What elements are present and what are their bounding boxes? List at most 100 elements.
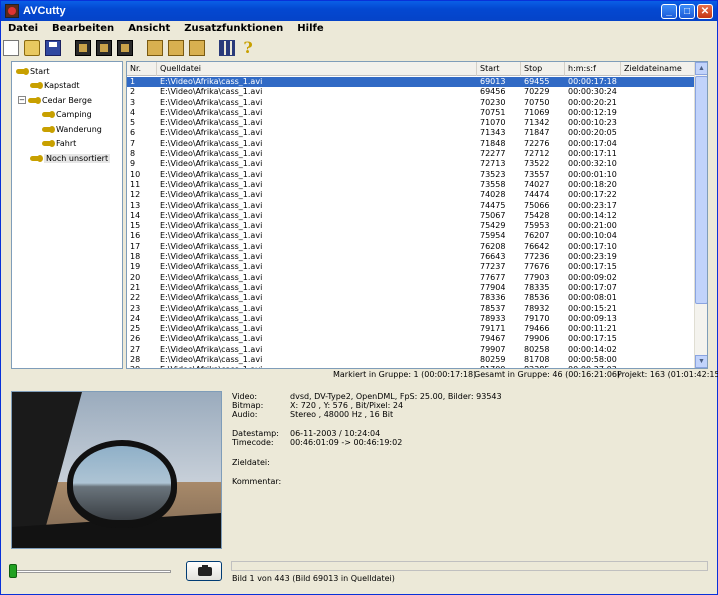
table-cell: 76207 [524,231,550,241]
table-row[interactable]: 17 E:\Video\Afrika\cass_1.avi 76208 76642 00… [127,242,695,252]
table-row[interactable]: 20 E:\Video\Afrika\cass_1.avi 77677 77903 00… [127,273,695,283]
table-cell: 70750 [524,97,550,107]
table-cell: 4 [130,107,136,117]
table-row[interactable]: 22 E:\Video\Afrika\cass_1.avi 78336 78536 00… [127,293,695,303]
table-cell: 10 [130,169,141,179]
table-row[interactable]: 12 E:\Video\Afrika\cass_1.avi 74028 74474 00… [127,190,695,200]
scroll-down-button[interactable]: ▼ [695,355,707,368]
vertical-scrollbar[interactable]: ▲ ▼ [694,62,707,368]
table-row[interactable]: 29 E:\Video\Afrika\cass_1.avi 81709 82385 00… [127,365,695,368]
group-tree[interactable]: Start Kapstadt − Cedar Berge Camping Wan… [11,61,123,369]
table-row[interactable]: 15 E:\Video\Afrika\cass_1.avi 75429 75953 00… [127,221,695,231]
column-header-quelldatei[interactable]: Quelldatei [157,62,477,76]
table-cell: 71070 [480,118,506,128]
table-cell: E:\Video\Afrika\cass_1.avi [160,149,263,159]
table-row[interactable]: 28 E:\Video\Afrika\cass_1.avi 80259 81708 00… [127,355,695,365]
tree-node-wanderung[interactable]: Wanderung [42,123,102,135]
help-icon[interactable]: ? [240,40,256,56]
tree-node-camping[interactable]: Camping [42,108,92,120]
app-icon[interactable] [5,4,19,18]
table-row[interactable]: 4 E:\Video\Afrika\cass_1.avi 70751 71069 00:… [127,108,695,118]
table-cell: 3 [130,97,136,107]
table-cell: E:\Video\Afrika\cass_1.avi [160,282,263,292]
table-cell: 9 [130,159,136,169]
status-marked: Markiert in Gruppe: 1 (00:00:17:18) [333,370,477,379]
table-row[interactable]: 1 E:\Video\Afrika\cass_1.avi 69013 69455 00:… [127,77,695,88]
table-row[interactable]: 11 E:\Video\Afrika\cass_1.avi 73558 74027 00… [127,180,695,190]
table-row[interactable]: 21 E:\Video\Afrika\cass_1.avi 77904 78335 00… [127,283,695,293]
datestamp-value: 06-11-2003 / 10:24:04 [290,429,381,438]
table-cell: 7 [130,138,136,148]
menu-zusatzfunktionen[interactable]: Zusatzfunktionen [177,23,290,34]
open-folder-icon[interactable] [24,40,40,56]
scroll-thumb[interactable] [695,76,707,304]
menu-hilfe[interactable]: Hilfe [290,23,330,34]
position-slider-thumb[interactable] [9,564,17,578]
table-row[interactable]: 18 E:\Video\Afrika\cass_1.avi 76643 77236 00… [127,252,695,262]
scroll-up-button[interactable]: ▲ [695,62,707,75]
table-cell: 75428 [524,210,550,220]
tree-node-cedar-berge[interactable]: − Cedar Berge [18,94,92,106]
table-cell: 00:00:17:04 [568,138,617,148]
column-header-nr[interactable]: Nr. [127,62,157,76]
menu-bearbeiten[interactable]: Bearbeiten [45,23,121,34]
column-header-zieldateiname[interactable]: Zieldateiname [621,62,695,76]
window-title: AVCutty [23,5,66,17]
table-cell: 70230 [480,97,506,107]
menu-datei[interactable]: Datei [1,23,45,34]
table-row[interactable]: 5 E:\Video\Afrika\cass_1.avi 71070 71342 00:… [127,118,695,128]
scene-list[interactable]: Nr. Quelldatei Start Stop h:m:s:f Zielda… [126,61,708,369]
collapse-icon[interactable]: − [18,96,26,104]
table-row[interactable]: 19 E:\Video\Afrika\cass_1.avi 77237 77676 00… [127,262,695,272]
tree-node-noch-unsortiert[interactable]: Noch unsortiert [30,152,111,164]
table-row[interactable]: 10 E:\Video\Afrika\cass_1.avi 73523 73557 00… [127,170,695,180]
menu-ansicht[interactable]: Ansicht [121,23,177,34]
table-row[interactable]: 25 E:\Video\Afrika\cass_1.avi 79171 79466 00… [127,324,695,334]
column-header-hmsf[interactable]: h:m:s:f [565,62,621,76]
table-cell: E:\Video\Afrika\cass_1.avi [160,179,263,189]
table-row[interactable]: 13 E:\Video\Afrika\cass_1.avi 74475 75066 00… [127,201,695,211]
table-cell: 25 [130,324,141,334]
table-cell: E:\Video\Afrika\cass_1.avi [160,97,263,107]
table-cell: 69456 [480,87,506,97]
column-header-stop[interactable]: Stop [521,62,565,76]
scene-cut-icon[interactable] [147,40,163,56]
avi-export-icon[interactable] [117,40,133,56]
thumbnail-grid-icon[interactable] [219,40,235,56]
table-row[interactable]: 2 E:\Video\Afrika\cass_1.avi 69456 70229 00:… [127,87,695,97]
table-cell: 75429 [480,221,506,231]
table-cell: 75066 [524,200,550,210]
column-header-start[interactable]: Start [477,62,521,76]
table-row[interactable]: 16 E:\Video\Afrika\cass_1.avi 75954 76207 00… [127,231,695,241]
minimize-button[interactable]: _ [661,3,677,19]
avi-film-icon[interactable] [75,40,91,56]
toolbar: ? [3,38,261,58]
snapshot-button[interactable] [186,561,222,581]
save-icon[interactable] [45,40,61,56]
tree-node-start[interactable]: Start [16,65,50,77]
position-slider-track[interactable] [11,570,171,573]
table-cell: 78932 [524,303,550,313]
table-row[interactable]: 7 E:\Video\Afrika\cass_1.avi 71848 72276 00:… [127,139,695,149]
video-label: Video: [232,392,258,401]
close-button[interactable]: ✕ [697,3,713,19]
table-row[interactable]: 24 E:\Video\Afrika\cass_1.avi 78933 79170 00… [127,314,695,324]
tree-node-fahrt[interactable]: Fahrt [42,137,76,149]
table-row[interactable]: 23 E:\Video\Afrika\cass_1.avi 78537 78932 00… [127,304,695,314]
table-cell: 69455 [524,77,550,86]
tree-node-kapstadt[interactable]: Kapstadt [30,79,80,91]
table-row[interactable]: 27 E:\Video\Afrika\cass_1.avi 79907 80258 00… [127,345,695,355]
table-row[interactable]: 6 E:\Video\Afrika\cass_1.avi 71343 71847 00:… [127,128,695,138]
table-cell: 80259 [480,355,506,365]
table-cell: 15 [130,221,141,231]
table-row[interactable]: 8 E:\Video\Afrika\cass_1.avi 72277 72712 00:… [127,149,695,159]
maximize-button[interactable]: □ [679,3,695,19]
table-row[interactable]: 14 E:\Video\Afrika\cass_1.avi 75067 75428 00… [127,211,695,221]
scene-split-icon[interactable] [168,40,184,56]
table-row[interactable]: 26 E:\Video\Afrika\cass_1.avi 79467 79906 00… [127,334,695,344]
new-file-icon[interactable] [3,40,19,56]
avi-import-icon[interactable] [96,40,112,56]
table-row[interactable]: 3 E:\Video\Afrika\cass_1.avi 70230 70750 00:… [127,98,695,108]
scene-join-icon[interactable] [189,40,205,56]
table-row[interactable]: 9 E:\Video\Afrika\cass_1.avi 72713 73522 00:… [127,159,695,169]
